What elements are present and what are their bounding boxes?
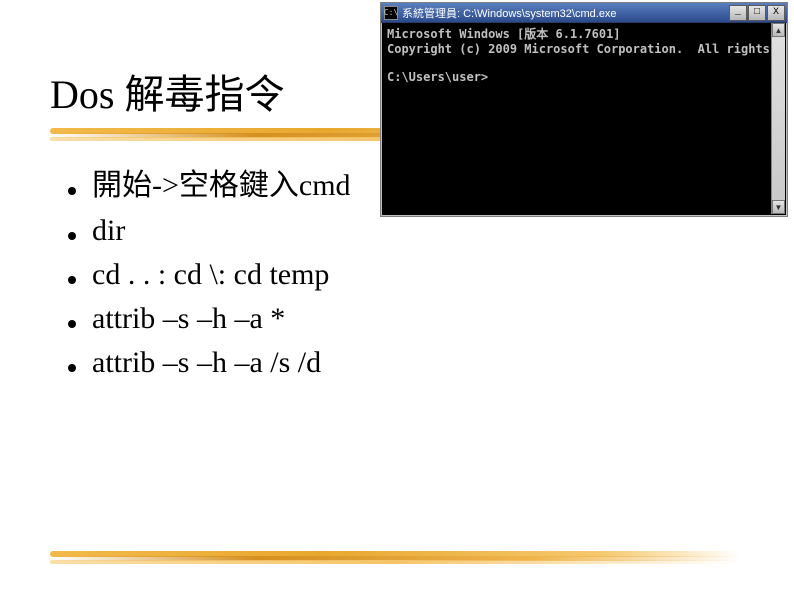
maximize-button[interactable]: □: [748, 5, 766, 21]
cmd-window-controls: _ □ X: [728, 5, 787, 21]
bullet-icon: [68, 276, 76, 284]
cmd-title-text: 系統管理員: C:\Windows\system32\cmd.exe: [402, 5, 728, 21]
scroll-down-button[interactable]: ▼: [772, 200, 785, 214]
bullet-icon: [68, 187, 76, 195]
list-item: cd . . : cd \: cd temp: [68, 258, 754, 292]
bullet-icon: [68, 232, 76, 240]
cmd-scrollbar[interactable]: ▲ ▼: [771, 23, 785, 214]
list-item: attrib –s –h –a /s /d: [68, 346, 754, 380]
scroll-up-button[interactable]: ▲: [772, 23, 785, 37]
bullet-text: attrib –s –h –a *: [92, 302, 285, 336]
cmd-prompt: C:\Users\user>: [387, 70, 488, 84]
cmd-window: C:\ 系統管理員: C:\Windows\system32\cmd.exe _…: [380, 2, 788, 217]
bullet-text: dir: [92, 214, 125, 248]
slide: Dos 解毒指令 開始->空格鍵入cmd dir cd . . : cd \: …: [0, 0, 794, 595]
bullet-text: attrib –s –h –a /s /d: [92, 346, 321, 380]
bullet-icon: [68, 364, 76, 372]
list-item: dir: [68, 214, 754, 248]
cmd-line: Microsoft Windows [版本 6.1.7601]: [387, 27, 621, 41]
cmd-line: Copyright (c) 2009 Microsoft Corporation…: [387, 42, 771, 56]
list-item: attrib –s –h –a *: [68, 302, 754, 336]
minimize-button[interactable]: _: [729, 5, 747, 21]
cmd-app-icon: C:\: [384, 6, 398, 20]
footer-underline: [50, 551, 740, 563]
close-button[interactable]: X: [767, 5, 785, 21]
bullet-icon: [68, 320, 76, 328]
cmd-titlebar[interactable]: C:\ 系統管理員: C:\Windows\system32\cmd.exe _…: [381, 3, 787, 23]
bullet-text: cd . . : cd \: cd temp: [92, 258, 329, 292]
bullet-text: 開始->空格鍵入cmd: [92, 160, 351, 204]
cmd-output[interactable]: Microsoft Windows [版本 6.1.7601] Copyrigh…: [383, 23, 771, 214]
